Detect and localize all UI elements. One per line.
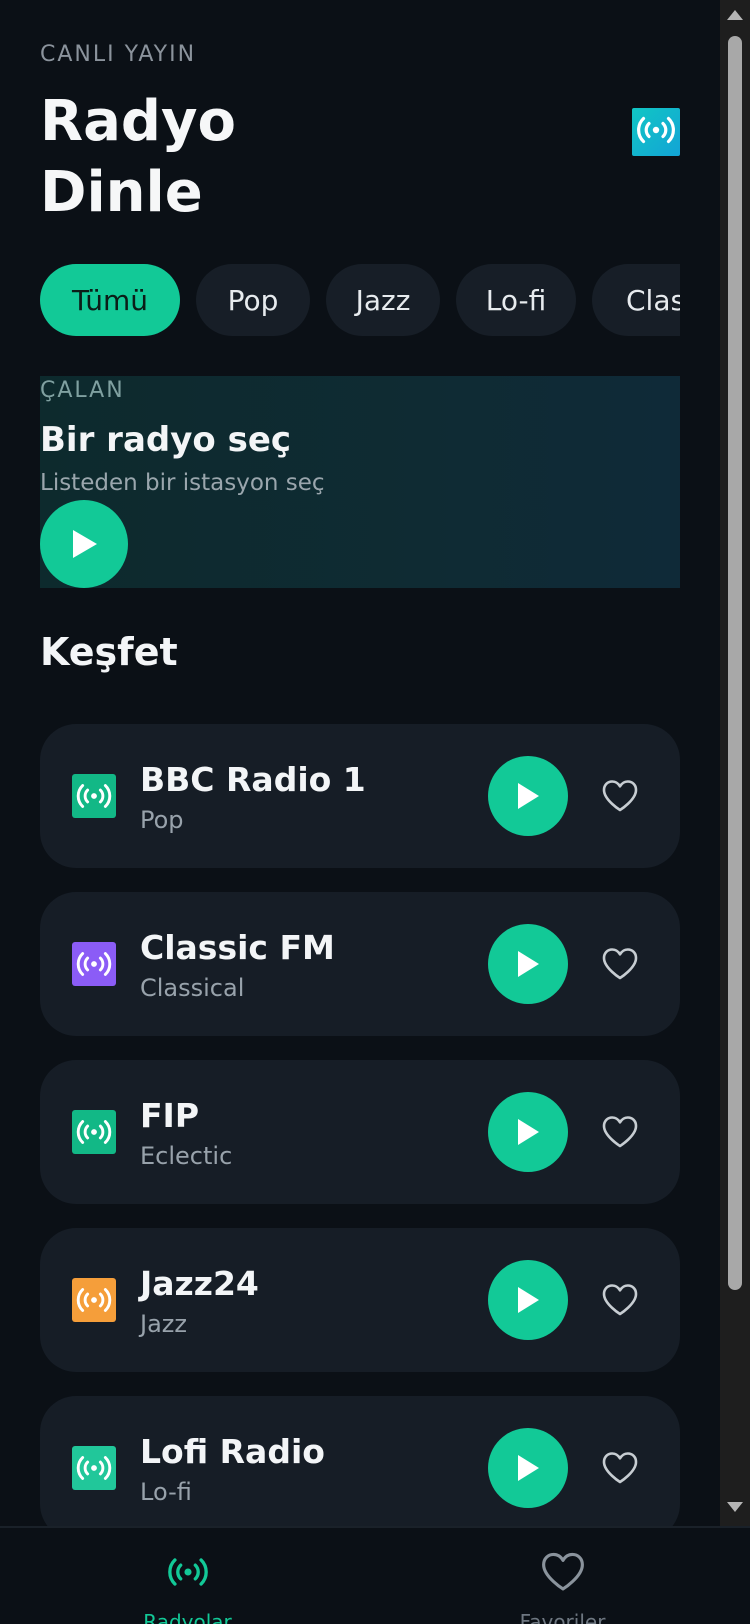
- heart-icon: [602, 948, 638, 980]
- station-name: Lofi Radio: [140, 1432, 325, 1471]
- filter-chip-pop[interactable]: Pop: [196, 264, 310, 336]
- play-icon: [518, 783, 539, 809]
- discover-heading: Keşfet: [40, 630, 178, 674]
- play-icon: [518, 1455, 539, 1481]
- favorite-button[interactable]: [600, 1280, 640, 1320]
- station-genre: Eclectic: [140, 1142, 233, 1170]
- scroll-down-arrow-icon[interactable]: [727, 1502, 743, 1512]
- genre-filter-bar: Tümü Pop Jazz Lo-fi Classical: [40, 264, 680, 336]
- radio-broadcast-icon: [634, 115, 678, 149]
- heart-icon: [602, 1284, 638, 1316]
- play-icon: [518, 951, 539, 977]
- station-name: FIP: [140, 1096, 200, 1135]
- page-title-line1: Radyo: [40, 89, 236, 154]
- heart-icon: [602, 1116, 638, 1148]
- favorite-button[interactable]: [600, 944, 640, 984]
- radio-broadcast-icon: [72, 1278, 116, 1322]
- station-genre: Pop: [140, 806, 184, 834]
- filter-chip-lofi[interactable]: Lo-fi: [456, 264, 576, 336]
- heart-icon: [602, 1452, 638, 1484]
- radio-broadcast-icon: [164, 1548, 212, 1596]
- nav-tab-favorites-label: Favoriler: [519, 1610, 606, 1624]
- station-play-button[interactable]: [488, 1092, 568, 1172]
- play-icon: [518, 1287, 539, 1313]
- nav-tab-radios[interactable]: Radyolar: [0, 1528, 375, 1624]
- radio-broadcast-icon: [72, 942, 116, 986]
- play-icon: [73, 530, 97, 558]
- radio-broadcast-icon: [72, 1446, 116, 1490]
- favorite-button[interactable]: [600, 1448, 640, 1488]
- vertical-scrollbar[interactable]: [720, 0, 750, 1526]
- station-card[interactable]: Jazz24 Jazz: [40, 1228, 680, 1372]
- nav-tab-favorites[interactable]: Favoriler: [375, 1528, 750, 1624]
- favorite-button[interactable]: [600, 1112, 640, 1152]
- station-genre: Lo-fi: [140, 1478, 192, 1506]
- now-playing-play-button[interactable]: [40, 500, 128, 588]
- station-genre: Jazz: [140, 1310, 187, 1338]
- scroll-up-arrow-icon[interactable]: [727, 10, 743, 20]
- now-playing-panel: ÇALAN Bir radyo seç Listeden bir istasyo…: [40, 376, 680, 588]
- scrollbar-thumb[interactable]: [728, 36, 742, 1290]
- now-playing-label: ÇALAN: [40, 378, 125, 403]
- bottom-navigation: Radyolar Favoriler: [0, 1526, 750, 1624]
- app-logo: [632, 108, 680, 156]
- app-screen: CANLI YAYIN Radyo Dinle Tümü Pop Jazz Lo…: [0, 0, 720, 1526]
- filter-chip-all[interactable]: Tümü: [40, 264, 180, 336]
- nav-tab-radios-label: Radyolar: [143, 1610, 232, 1624]
- page-title-line2: Dinle: [40, 160, 203, 225]
- station-card[interactable]: BBC Radio 1 Pop: [40, 724, 680, 868]
- station-play-button[interactable]: [488, 1428, 568, 1508]
- filter-chip-jazz[interactable]: Jazz: [326, 264, 440, 336]
- now-playing-title: Bir radyo seç: [40, 420, 292, 460]
- station-play-button[interactable]: [488, 756, 568, 836]
- radio-broadcast-icon: [72, 1110, 116, 1154]
- favorite-button[interactable]: [600, 776, 640, 816]
- filter-chip-classical[interactable]: Classical: [592, 264, 680, 336]
- live-eyebrow: CANLI YAYIN: [40, 42, 197, 67]
- station-play-button[interactable]: [488, 1260, 568, 1340]
- station-name: Jazz24: [140, 1264, 259, 1303]
- station-card[interactable]: Lofi Radio Lo-fi: [40, 1396, 680, 1526]
- play-icon: [518, 1119, 539, 1145]
- heart-icon: [539, 1548, 587, 1596]
- station-genre: Classical: [140, 974, 245, 1002]
- station-name: Classic FM: [140, 928, 335, 967]
- page-title: Radyo Dinle: [40, 86, 236, 228]
- station-name: BBC Radio 1: [140, 760, 366, 799]
- station-card[interactable]: FIP Eclectic: [40, 1060, 680, 1204]
- station-card[interactable]: Classic FM Classical: [40, 892, 680, 1036]
- radio-broadcast-icon: [72, 774, 116, 818]
- station-play-button[interactable]: [488, 924, 568, 1004]
- heart-icon: [602, 780, 638, 812]
- now-playing-subtitle: Listeden bir istasyon seç: [40, 470, 325, 496]
